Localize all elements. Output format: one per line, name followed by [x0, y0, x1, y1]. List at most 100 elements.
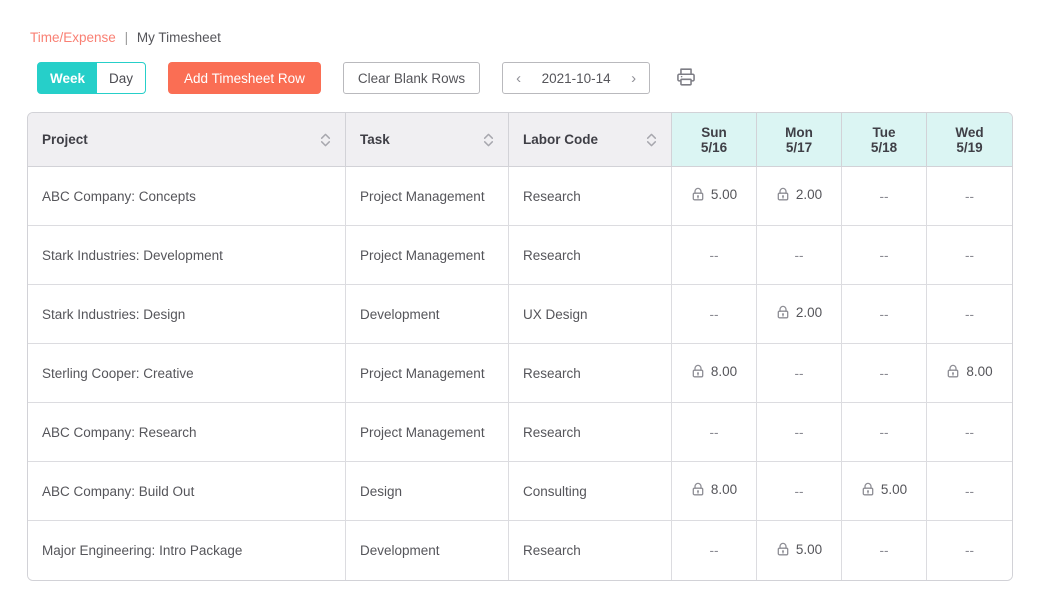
- sort-chevrons-icon[interactable]: [320, 132, 331, 148]
- day-date-tue: 5/18: [870, 139, 898, 155]
- cell-project[interactable]: ABC Company: Build Out: [28, 462, 346, 521]
- cell-day-2[interactable]: --: [842, 403, 927, 462]
- cell-day-2[interactable]: --: [842, 344, 927, 403]
- column-header-project[interactable]: Project: [28, 113, 346, 167]
- cell-labor-code[interactable]: Research: [509, 521, 672, 580]
- cell-project[interactable]: Stark Industries: Design: [28, 285, 346, 344]
- toggle-week-button[interactable]: Week: [38, 63, 98, 93]
- cell-day-0[interactable]: 8.00: [672, 462, 757, 521]
- cell-day-1[interactable]: --: [757, 344, 842, 403]
- cell-day-3[interactable]: --: [927, 403, 1012, 462]
- column-header-labor-code[interactable]: Labor Code: [509, 113, 672, 167]
- cell-task[interactable]: Design: [346, 462, 509, 521]
- sort-chevrons-icon[interactable]: [646, 132, 657, 148]
- cell-task[interactable]: Development: [346, 285, 509, 344]
- cell-project[interactable]: ABC Company: Concepts: [28, 167, 346, 226]
- cell-labor-code[interactable]: Research: [509, 226, 672, 285]
- cell-day-3[interactable]: --: [927, 462, 1012, 521]
- lock-icon: [776, 187, 790, 202]
- hours-value: 2.00: [795, 305, 823, 320]
- lock-icon: [691, 187, 705, 202]
- cell-project[interactable]: ABC Company: Research: [28, 403, 346, 462]
- cell-day-1[interactable]: 2.00: [757, 285, 842, 344]
- column-label-project: Project: [42, 132, 88, 147]
- cell-task[interactable]: Project Management: [346, 344, 509, 403]
- table-row: Stark Industries: Design Development UX De…: [28, 285, 1012, 344]
- cell-day-2[interactable]: --: [842, 285, 927, 344]
- cell-day-2[interactable]: --: [842, 167, 927, 226]
- column-header-day-wed[interactable]: Wed 5/19: [927, 113, 1012, 167]
- cell-labor-code[interactable]: Research: [509, 344, 672, 403]
- lock-icon: [776, 305, 790, 320]
- chevron-right-icon[interactable]: ›: [628, 71, 639, 86]
- hours-value: --: [879, 188, 889, 204]
- chevron-left-icon[interactable]: ‹: [513, 71, 524, 86]
- table-header: Project Task Labor Code Sun 5/16 Mon 5/1…: [28, 113, 1012, 167]
- lock-icon: [776, 542, 790, 557]
- cell-task[interactable]: Development: [346, 521, 509, 580]
- cell-task[interactable]: Project Management: [346, 167, 509, 226]
- column-header-day-sun[interactable]: Sun 5/16: [672, 113, 757, 167]
- cell-day-1[interactable]: 5.00: [757, 521, 842, 580]
- cell-day-3[interactable]: 8.00: [927, 344, 1012, 403]
- cell-day-1[interactable]: --: [757, 462, 842, 521]
- hours-value: --: [879, 424, 889, 440]
- lock-icon: [861, 482, 875, 497]
- cell-day-3[interactable]: --: [927, 167, 1012, 226]
- cell-day-3[interactable]: --: [927, 521, 1012, 580]
- column-header-task[interactable]: Task: [346, 113, 509, 167]
- clear-blank-rows-button[interactable]: Clear Blank Rows: [342, 62, 481, 94]
- cell-day-1[interactable]: --: [757, 226, 842, 285]
- timesheet-grid-container: Project Task Labor Code Sun 5/16 Mon 5/1…: [27, 112, 1013, 581]
- cell-day-1[interactable]: 2.00: [757, 167, 842, 226]
- column-header-day-tue[interactable]: Tue 5/18: [842, 113, 927, 167]
- cell-labor-code[interactable]: Consulting: [509, 462, 672, 521]
- hours-value: --: [794, 424, 804, 440]
- cell-task[interactable]: Project Management: [346, 403, 509, 462]
- cell-day-2[interactable]: --: [842, 521, 927, 580]
- cell-day-3[interactable]: --: [927, 226, 1012, 285]
- cell-day-2[interactable]: --: [842, 226, 927, 285]
- cell-day-0[interactable]: 8.00: [672, 344, 757, 403]
- cell-day-0[interactable]: --: [672, 521, 757, 580]
- week-day-toggle[interactable]: Week Day: [37, 62, 147, 94]
- cell-day-3[interactable]: --: [927, 285, 1012, 344]
- hours-value: 5.00: [710, 187, 738, 202]
- toggle-day-button[interactable]: Day: [97, 63, 146, 93]
- hours-value: --: [709, 247, 719, 263]
- cell-project[interactable]: Major Engineering: Intro Package: [28, 521, 346, 580]
- cell-project[interactable]: Stark Industries: Development: [28, 226, 346, 285]
- cell-labor-code[interactable]: Research: [509, 167, 672, 226]
- sort-chevrons-icon[interactable]: [483, 132, 494, 148]
- cell-day-0[interactable]: --: [672, 226, 757, 285]
- cell-day-2[interactable]: 5.00: [842, 462, 927, 521]
- breadcrumb: Time/Expense | My Timesheet: [30, 29, 221, 47]
- cell-labor-code[interactable]: Research: [509, 403, 672, 462]
- cell-day-1[interactable]: --: [757, 403, 842, 462]
- hours-value: 5.00: [795, 541, 823, 557]
- breadcrumb-current-my-timesheet: My Timesheet: [136, 30, 221, 45]
- hours-value: --: [965, 483, 974, 499]
- hours-value: --: [879, 543, 889, 558]
- date-navigator[interactable]: ‹ 2021-10-14 ›: [502, 62, 651, 94]
- cell-day-0[interactable]: --: [672, 403, 757, 462]
- add-timesheet-row-button[interactable]: Add Timesheet Row: [168, 62, 321, 94]
- cell-project[interactable]: Sterling Cooper: Creative: [28, 344, 346, 403]
- lock-icon: [691, 364, 705, 379]
- table-row: ABC Company: Research Project Management R…: [28, 403, 1012, 462]
- cell-day-0[interactable]: --: [672, 285, 757, 344]
- header-row: Project Task Labor Code Sun 5/16 Mon 5/1…: [28, 113, 1012, 167]
- timesheet-page: Time/Expense | My Timesheet Week Day Add…: [0, 0, 1039, 595]
- day-name-wed: Wed: [955, 124, 984, 140]
- hours-value: 8.00: [710, 364, 738, 379]
- hours-value: 5.00: [880, 482, 908, 497]
- column-label-task: Task: [360, 132, 390, 147]
- lock-icon: [691, 482, 705, 497]
- cell-labor-code[interactable]: UX Design: [509, 285, 672, 344]
- column-header-day-mon[interactable]: Mon 5/17: [757, 113, 842, 167]
- breadcrumb-link-time-expense[interactable]: Time/Expense: [30, 30, 116, 45]
- cell-task[interactable]: Project Management: [346, 226, 509, 285]
- cell-day-0[interactable]: 5.00: [672, 167, 757, 226]
- print-button[interactable]: [672, 64, 700, 92]
- lock-icon: [946, 364, 960, 379]
